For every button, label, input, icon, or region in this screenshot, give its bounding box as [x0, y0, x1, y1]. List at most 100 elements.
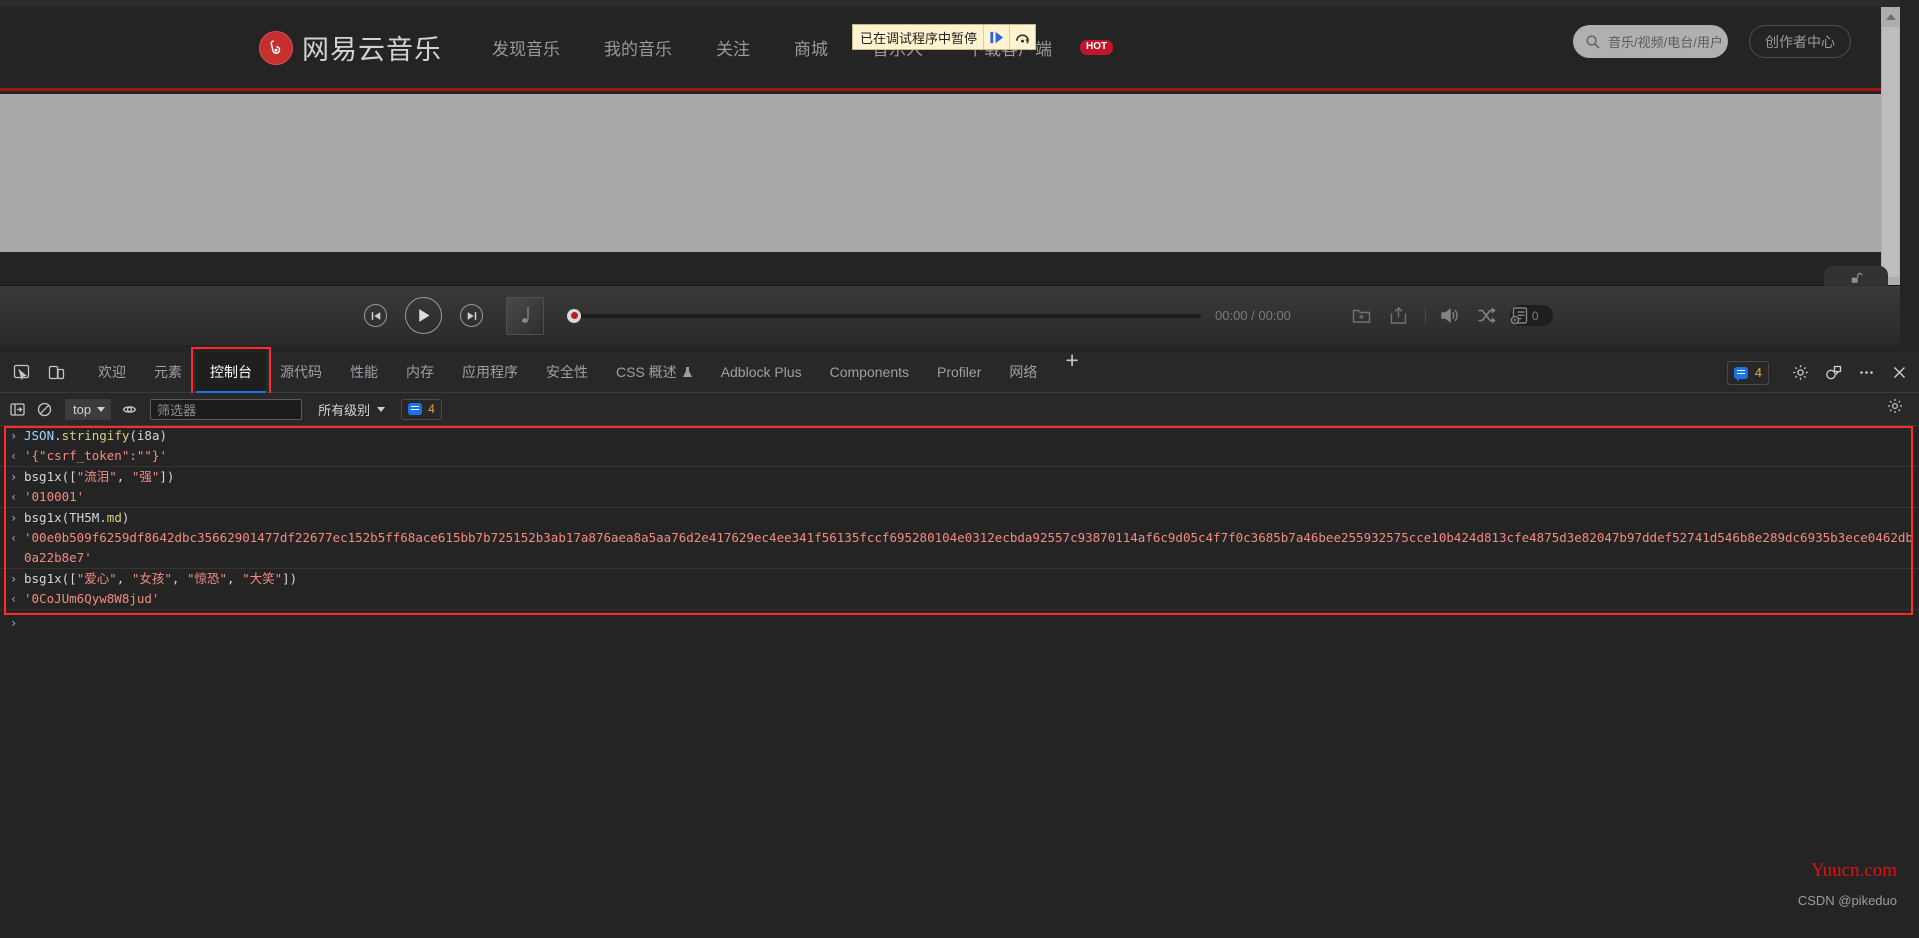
console-message-text: '0CoJUm6Qyw8W8jud': [24, 591, 160, 606]
devtools-panel: 欢迎 元素 控制台 源代码 性能 内存 应用程序 安全性 CSS 概述 Adbl…: [0, 346, 1919, 938]
nav-item-follow[interactable]: 关注: [716, 35, 750, 60]
tab-performance[interactable]: 性能: [336, 352, 392, 393]
tab-label: 欢迎: [98, 364, 126, 380]
tab-elements[interactable]: 元素: [140, 352, 196, 393]
close-devtools-icon[interactable]: [1887, 361, 1911, 385]
unlock-icon: [1851, 272, 1863, 283]
tab-label: CSS 概述: [616, 364, 677, 380]
tab-profiler[interactable]: Profiler: [923, 352, 995, 393]
nav-item-my-music[interactable]: 我的音乐: [604, 35, 672, 60]
nav-item-discover[interactable]: 发现音乐: [492, 35, 560, 60]
search-input[interactable]: 音乐/视频/电台/用户: [1573, 25, 1728, 58]
player-divider: [1424, 307, 1426, 324]
step-over-icon[interactable]: [1009, 25, 1035, 49]
add-panel-button[interactable]: +: [1051, 348, 1092, 393]
console-settings-icon[interactable]: [1887, 398, 1909, 420]
prompt-arrow-icon: ›: [10, 470, 18, 484]
prompt-arrow-icon: ›: [10, 572, 18, 586]
console-message-text: bsg1x(["爱心", "女孩", "惊恐", "大笑"]): [24, 571, 298, 586]
share-icon[interactable]: [1388, 305, 1409, 326]
prompt-arrow-icon: ›: [10, 511, 18, 525]
tab-console[interactable]: 控制台: [191, 346, 271, 398]
console-prompt-row[interactable]: ›: [0, 609, 1919, 633]
progress-handle[interactable]: [567, 308, 581, 323]
screenshot-root: 网易云音乐 发现音乐 我的音乐 关注 商城 音乐人 下载客户端 HOT: [0, 0, 1919, 938]
console-input-row: › bsg1x(TH5M.md): [0, 507, 1919, 528]
volume-icon[interactable]: [1439, 305, 1460, 326]
gear-icon[interactable]: [1788, 361, 1812, 385]
hot-badge: HOT: [1080, 40, 1114, 55]
issues-counter-chip[interactable]: 4: [1726, 360, 1769, 385]
playlist-button[interactable]: 0: [1509, 305, 1553, 326]
console-message-text: '010001': [24, 489, 85, 504]
clear-console-icon[interactable]: [32, 397, 57, 422]
inspect-element-icon[interactable]: [7, 358, 35, 386]
tab-adblock-plus[interactable]: Adblock Plus: [707, 352, 816, 393]
playback-progress-slider[interactable]: [567, 308, 1201, 323]
tab-css-overview[interactable]: CSS 概述: [602, 352, 707, 393]
console-result-row: ‹ '0CoJUm6Qyw8W8jud': [0, 589, 1919, 609]
prompt-arrow-icon: ›: [10, 429, 18, 443]
tab-label: 应用程序: [462, 364, 518, 380]
execution-context-select[interactable]: top: [65, 398, 112, 420]
tab-components[interactable]: Components: [816, 352, 923, 393]
console-sidebar-toggle-icon[interactable]: [5, 397, 30, 422]
player-lock-toggle[interactable]: [1824, 266, 1888, 287]
tab-label: 源代码: [280, 364, 322, 380]
playlist-count: 0: [1531, 308, 1539, 323]
console-message-count: 4: [428, 402, 435, 416]
scroll-up-arrow-icon[interactable]: [1881, 7, 1900, 26]
result-arrow-icon: ‹: [10, 449, 18, 463]
result-arrow-icon: ‹: [10, 531, 18, 545]
console-message-text: '00e0b509f6259df8642dbc35662901477df2267…: [24, 530, 1913, 565]
scrollbar-thumb[interactable]: [1882, 27, 1899, 277]
watermark-author: CSDN @pikeduo: [1797, 893, 1897, 908]
console-message-text: '{"csrf_token":""}': [24, 448, 167, 463]
add-to-playlist-icon[interactable]: [1351, 305, 1372, 326]
progress-track: [573, 313, 1201, 318]
tab-welcome[interactable]: 欢迎: [84, 352, 140, 393]
console-message-count-chip[interactable]: 4: [401, 398, 442, 420]
shuffle-icon[interactable]: [1476, 305, 1497, 326]
tab-memory[interactable]: 内存: [392, 352, 448, 393]
more-options-icon[interactable]: [1854, 361, 1878, 385]
player-right-controls: 0: [1351, 305, 1553, 326]
feedback-icon[interactable]: [1821, 361, 1845, 385]
live-expression-eye-icon[interactable]: [117, 397, 142, 422]
site-logo-text: 网易云音乐: [302, 35, 442, 65]
debugger-paused-message: 已在调试程序中暂停: [860, 30, 978, 46]
tab-label: 性能: [350, 364, 378, 380]
console-level-select[interactable]: 所有级别: [318, 400, 386, 419]
chevron-down-icon: [377, 406, 386, 412]
header-right-group: 音乐/视频/电台/用户 创作者中心: [1573, 25, 1851, 58]
resume-script-icon[interactable]: [983, 25, 1009, 49]
console-result-row: ‹ '{"csrf_token":""}': [0, 446, 1919, 466]
console-filter-input[interactable]: 筛选器: [150, 398, 303, 420]
play-button[interactable]: [405, 297, 442, 334]
creator-center-button[interactable]: 创作者中心: [1749, 25, 1851, 58]
tab-network[interactable]: 网络: [995, 352, 1051, 393]
search-icon: [1585, 34, 1601, 50]
console-message-text: bsg1x(["流泪", "强"]): [24, 469, 175, 484]
next-track-button[interactable]: [460, 304, 483, 327]
console-message-list: › JSON.stringify(i8a) ‹ '{"csrf_token":""}'…: [0, 426, 1919, 633]
previous-track-button[interactable]: [364, 304, 387, 327]
console-toolbar: top 筛选器 所有级别 4: [0, 393, 1919, 426]
console-input-row: › bsg1x(["爱心", "女孩", "惊恐", "大笑"]): [0, 568, 1919, 589]
page-content-area: [0, 94, 1900, 252]
tab-sources[interactable]: 源代码: [266, 352, 336, 393]
console-level-value: 所有级别: [318, 402, 371, 418]
result-arrow-icon: ‹: [10, 490, 18, 504]
web-page: 网易云音乐 发现音乐 我的音乐 关注 商城 音乐人 下载客户端 HOT: [0, 0, 1900, 345]
album-cover-thumbnail[interactable]: [506, 296, 544, 335]
result-arrow-icon: ‹: [10, 592, 18, 606]
tab-security[interactable]: 安全性: [532, 352, 602, 393]
console-result-row: ‹ '00e0b509f6259df8642dbc35662901477df226…: [0, 528, 1919, 568]
tab-application[interactable]: 应用程序: [448, 352, 532, 393]
console-output-area[interactable]: › JSON.stringify(i8a) ‹ '{"csrf_token":""}'…: [0, 426, 1919, 938]
device-toolbar-icon[interactable]: [42, 358, 70, 386]
netease-music-logo-icon: [259, 30, 293, 65]
message-bubble-icon: [408, 403, 423, 415]
nav-item-store[interactable]: 商城: [794, 35, 828, 60]
site-logo[interactable]: 网易云音乐: [259, 28, 442, 67]
